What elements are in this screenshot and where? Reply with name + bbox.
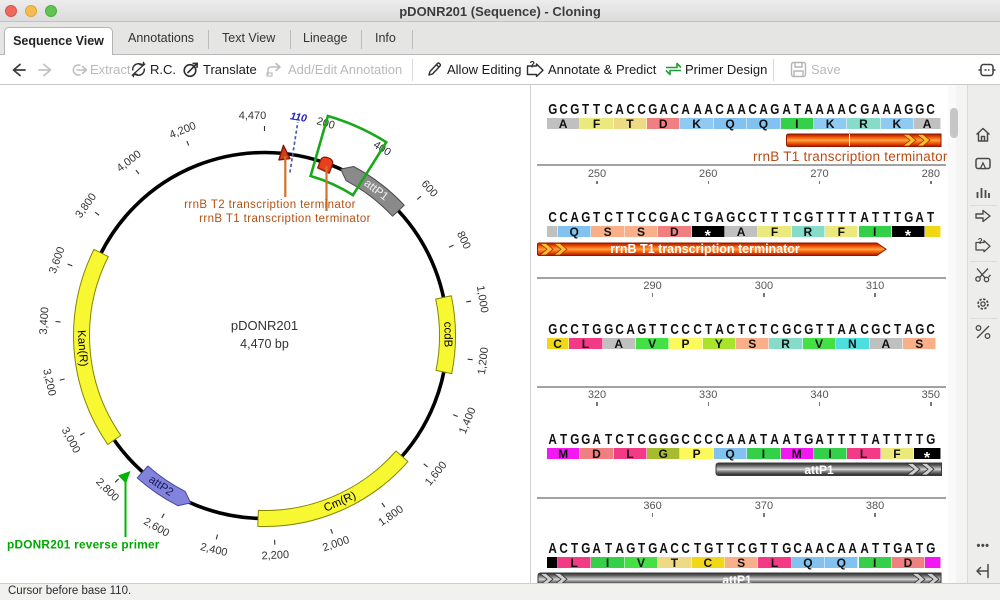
svg-text:pDONR201: pDONR201: [231, 318, 298, 333]
svg-text:2,600: 2,600: [141, 516, 171, 540]
svg-text:1,400: 1,400: [457, 406, 479, 436]
svg-text:1,600: 1,600: [423, 459, 450, 488]
svg-text:2,000: 2,000: [321, 534, 351, 554]
svg-text:3,200: 3,200: [40, 368, 58, 397]
svg-text:4,470 bp: 4,470 bp: [240, 337, 289, 351]
svg-text:1,000: 1,000: [474, 285, 490, 314]
svg-text:110: 110: [289, 110, 308, 124]
svg-text:?: ?: [529, 60, 535, 70]
svg-text:4,000: 4,000: [115, 148, 144, 174]
svg-text:600: 600: [419, 178, 440, 200]
svg-text:2,400: 2,400: [199, 541, 229, 559]
svg-text:3,600: 3,600: [47, 245, 68, 275]
svg-text:3,400: 3,400: [38, 307, 52, 335]
svg-text:?: ?: [978, 237, 983, 246]
svg-text:3,000: 3,000: [59, 425, 83, 455]
svg-text:Kan(R): Kan(R): [75, 330, 90, 367]
svg-text:3,800: 3,800: [73, 191, 99, 220]
svg-text:800: 800: [454, 229, 473, 251]
svg-text:rrnB T1 transcription terminat: rrnB T1 transcription terminator: [610, 242, 800, 256]
svg-text:2,200: 2,200: [261, 549, 289, 562]
svg-text:4,470: 4,470: [239, 110, 267, 122]
svg-text:rrnB T1 transcription terminat: rrnB T1 transcription terminator: [199, 213, 371, 225]
svg-text:pDONR201 reverse primer: pDONR201 reverse primer: [7, 538, 160, 552]
svg-text:attP1: attP1: [722, 572, 752, 583]
svg-text:ccdB: ccdB: [441, 322, 453, 348]
svg-text:1,200: 1,200: [476, 347, 491, 376]
svg-text:1,800: 1,800: [376, 503, 405, 529]
svg-text:attP1: attP1: [804, 463, 834, 477]
svg-text:rrnB T2 transcription terminat: rrnB T2 transcription terminator: [184, 199, 356, 211]
svg-text:4,200: 4,200: [168, 120, 198, 141]
